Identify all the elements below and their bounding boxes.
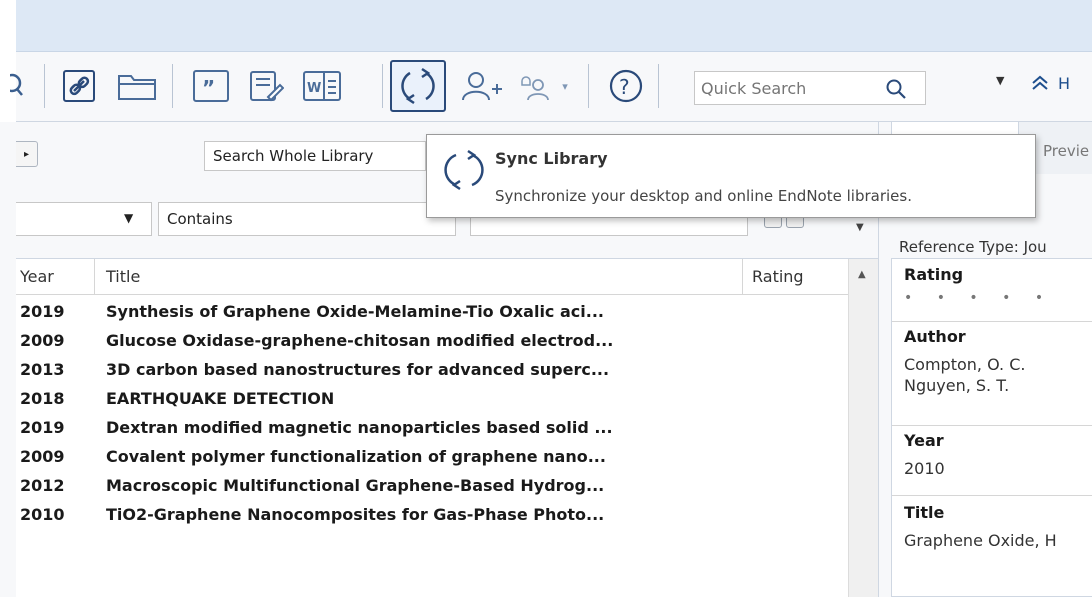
help-icon[interactable]: ? [604, 60, 648, 112]
scroll-up-arrow-icon[interactable]: ▲ [858, 269, 866, 280]
table-row[interactable]: 2009 Glucose Oxidase-graphene-chitosan mo… [16, 326, 848, 355]
svg-text:W: W [307, 81, 321, 96]
table-row[interactable]: 2013 3D carbon based nanostructures for a… [16, 355, 848, 384]
author-name: Compton, O. C. [904, 355, 1026, 374]
activity-dropdown-icon[interactable]: ▾ [556, 60, 574, 112]
table-row[interactable]: 2019 Synthesis of Graphene Oxide-Melamine… [16, 297, 848, 326]
table-row[interactable]: 2010 TiO2-Graphene Nanocomposites for Gas… [16, 500, 848, 529]
title-section: Title Graphene Oxide, H [892, 503, 1092, 551]
quick-search-input[interactable] [701, 78, 871, 98]
share-group-icon[interactable] [456, 60, 508, 112]
word-document-icon[interactable]: W [298, 60, 346, 112]
search-field-dropdown[interactable]: ▼ [16, 202, 152, 236]
tooltip-title: Sync Library [495, 149, 608, 168]
column-year[interactable]: Year [20, 267, 54, 286]
list-scrollbar[interactable]: ▲ [848, 259, 878, 597]
table-row[interactable]: 2012 Macroscopic Multifunctional Graphene… [16, 471, 848, 500]
folder-icon[interactable] [112, 60, 162, 112]
search-operator-dropdown[interactable]: Contains [158, 202, 456, 236]
list-rows: 2019 Synthesis of Graphene Oxide-Melamine… [16, 297, 848, 529]
reference-details: Rating • • • • • Author Compton, O. C. N… [891, 258, 1092, 597]
sync-icon [444, 149, 484, 191]
year-value[interactable]: 2010 [904, 458, 1092, 479]
author-values[interactable]: Compton, O. C. Nguyen, S. T. [904, 354, 1092, 396]
search-icon[interactable] [885, 78, 907, 100]
main-toolbar: ” W ▾ ? [10, 52, 1092, 122]
quote-icon[interactable]: ” [188, 60, 234, 112]
double-chevron-up-icon [1032, 75, 1048, 90]
svg-text:”: ” [202, 76, 215, 100]
table-row[interactable]: 2009 Covalent polymer functionalization o… [16, 442, 848, 471]
column-rating[interactable]: Rating [752, 267, 804, 286]
year-section: Year 2010 [892, 431, 1092, 479]
quick-search-box[interactable] [694, 71, 926, 105]
tooltip-description: Synchronize your desktop and online EndN… [495, 187, 912, 205]
activity-feed-icon[interactable] [516, 60, 556, 112]
hide-panel-button[interactable]: H [1030, 68, 1092, 98]
column-title[interactable]: Title [106, 267, 140, 286]
list-header: Year Title Rating [16, 259, 848, 295]
hide-label: H [1058, 73, 1071, 93]
year-label: Year [904, 431, 944, 450]
rating-dots[interactable]: • • • • • [904, 290, 1092, 306]
link-icon[interactable] [56, 60, 102, 112]
rating-section: Rating • • • • • [892, 265, 1092, 306]
search-options-arrow[interactable]: ▸ [16, 141, 38, 167]
author-name: Nguyen, S. T. [904, 376, 1010, 395]
author-label: Author [904, 327, 966, 346]
sync-icon [401, 67, 435, 105]
quick-search-dropdown-icon[interactable]: ▼ [996, 74, 1004, 87]
svg-text:?: ? [619, 75, 630, 99]
table-row[interactable]: 2019 Dextran modified magnetic nanopartic… [16, 413, 848, 442]
table-row[interactable]: 2018 EARTHQUAKE DETECTION [16, 384, 848, 413]
rating-label: Rating [904, 265, 964, 284]
sync-library-tooltip: Sync Library Synchronize your desktop an… [426, 134, 1036, 218]
search-scope-dropdown[interactable]: Search Whole Library [204, 141, 426, 171]
zoom-icon[interactable] [8, 60, 30, 112]
title-label: Title [904, 503, 945, 522]
edit-document-icon[interactable] [244, 60, 288, 112]
reference-type-label: Reference Type: Jou [899, 238, 1047, 256]
reference-list: Year Title Rating 2019 Synthesis of Graph… [16, 258, 878, 597]
title-value[interactable]: Graphene Oxide, H [904, 530, 1092, 551]
sync-library-button[interactable] [390, 60, 446, 112]
scroll-down-arrow-icon[interactable]: ▼ [856, 222, 864, 233]
window-titlebar [16, 0, 1092, 52]
author-section: Author Compton, O. C. Nguyen, S. T. [892, 327, 1092, 396]
chevron-down-icon: ▼ [124, 211, 134, 225]
